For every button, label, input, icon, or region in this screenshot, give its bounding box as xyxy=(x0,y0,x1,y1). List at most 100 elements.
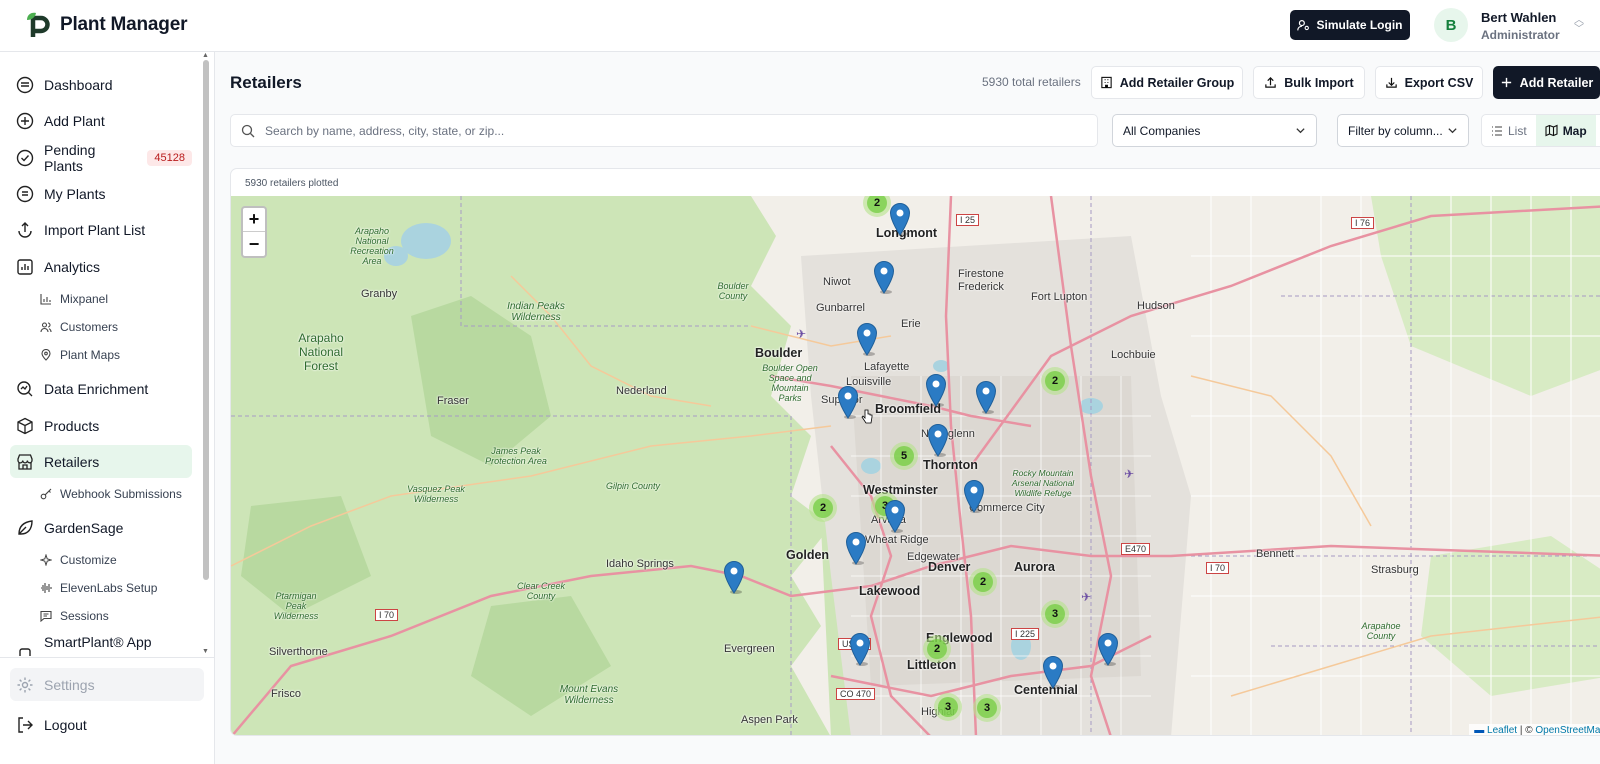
sidebar-item-add-plant[interactable]: Add Plant xyxy=(10,104,192,137)
sidebar-item-pending-plants[interactable]: Pending Plants 45128 xyxy=(10,141,192,174)
highway-shield: I 25 xyxy=(956,214,980,226)
map-marker-icon xyxy=(963,480,985,513)
company-filter-value: All Companies xyxy=(1123,123,1201,138)
scroll-down-arrow-icon[interactable]: ▼ xyxy=(202,648,209,655)
zoom-control: + − xyxy=(241,206,267,258)
bulk-import-button[interactable]: Bulk Import xyxy=(1253,66,1365,99)
building-icon xyxy=(1101,76,1112,89)
marker-cluster[interactable]: 3 xyxy=(973,694,1001,722)
search-input[interactable] xyxy=(265,123,1085,138)
sidebar-subitem-label: Plant Maps xyxy=(60,348,121,362)
app-logo[interactable]: Plant Manager xyxy=(24,10,187,40)
retailer-map-pin[interactable] xyxy=(856,322,878,356)
sidebar-subitem-mixpanel[interactable]: Mixpanel xyxy=(40,288,108,310)
highway-shield: I 76 xyxy=(1351,217,1375,229)
zoom-out-button[interactable]: − xyxy=(243,232,265,256)
sidebar-item-settings[interactable]: Settings xyxy=(10,668,204,701)
add-retailer-group-button[interactable]: Add Retailer Group xyxy=(1091,66,1243,99)
audio-wave-icon xyxy=(41,583,52,593)
search-data-icon xyxy=(17,380,33,396)
list-view-button[interactable]: List xyxy=(1482,115,1536,146)
marker-cluster[interactable]: 2 xyxy=(923,635,951,663)
sidebar-item-label: Retailers xyxy=(44,453,100,470)
sidebar-scrollbar[interactable] xyxy=(203,60,209,580)
marker-cluster[interactable]: 5 xyxy=(890,442,918,470)
map-icon xyxy=(1545,124,1558,137)
osm-link[interactable]: OpenStreetMap xyxy=(1535,725,1600,735)
sidebar-item-analytics[interactable]: Analytics xyxy=(10,250,192,283)
sidebar-item-data-enrichment[interactable]: Data Enrichment xyxy=(10,372,192,405)
sidebar-item-retailers[interactable]: Retailers xyxy=(10,445,192,478)
scroll-up-arrow-icon[interactable]: ▲ xyxy=(202,52,209,59)
retailer-map-pin[interactable] xyxy=(849,632,871,666)
key-icon xyxy=(40,488,52,500)
export-csv-button[interactable]: Export CSV xyxy=(1375,66,1483,99)
add-retailer-button[interactable]: Add Retailer xyxy=(1493,66,1600,99)
leaflet-link[interactable]: Leaflet xyxy=(1487,725,1517,735)
retailer-map-pin[interactable] xyxy=(1097,632,1119,666)
gear-icon xyxy=(17,677,33,692)
retailer-map-pin[interactable] xyxy=(975,380,997,414)
marker-cluster[interactable]: 2 xyxy=(969,568,997,596)
retailer-map-pin[interactable] xyxy=(925,373,947,407)
retailer-map-pin[interactable] xyxy=(873,260,895,294)
cluster-count: 2 xyxy=(867,196,887,213)
sidebar-subitem-label: Customers xyxy=(60,320,119,334)
column-filter-select[interactable]: Filter by column... xyxy=(1337,114,1469,147)
sidebar-item-dashboard[interactable]: Dashboard xyxy=(10,68,192,101)
user-role: Administrator xyxy=(1481,28,1560,42)
sidebar-subitem-label: ElevenLabs Setup xyxy=(60,581,158,595)
sidebar-subitem-webhook-submissions[interactable]: Webhook Submissions xyxy=(40,483,182,505)
sidebar-subitem-plant-maps[interactable]: Plant Maps xyxy=(40,344,120,366)
retailer-map-pin[interactable] xyxy=(963,479,985,513)
place-label: Gunbarrel xyxy=(816,302,865,314)
map-marker-icon xyxy=(1097,633,1119,666)
retailer-map-pin[interactable] xyxy=(723,560,745,594)
retailer-map-pin[interactable] xyxy=(837,385,859,419)
simulate-login-button[interactable]: Simulate Login xyxy=(1290,10,1410,40)
sidebar-subitem-customers[interactable]: Customers xyxy=(40,316,118,338)
retailer-map-pin[interactable] xyxy=(1042,655,1064,689)
place-label: Granby xyxy=(361,288,398,300)
cluster-count: 3 xyxy=(938,697,958,717)
search-box[interactable] xyxy=(230,114,1098,147)
sidebar-item-label: Settings xyxy=(44,676,95,693)
sidebar-item-label: Add Plant xyxy=(44,112,105,129)
sidebar-item-gardensage[interactable]: GardenSage xyxy=(10,511,192,544)
sidebar-item-smartplant-app[interactable]: SmartPlant® App xyxy=(10,634,192,656)
sidebar-item-my-plants[interactable]: My Plants xyxy=(10,177,192,210)
avatar[interactable]: B xyxy=(1434,8,1468,42)
map-marker-icon xyxy=(837,386,859,419)
sidebar-subitem-elevenlabs-setup[interactable]: ElevenLabs Setup xyxy=(40,577,157,599)
map-marker-icon xyxy=(849,633,871,666)
sidebar-item-label: Dashboard xyxy=(44,76,113,93)
marker-cluster[interactable]: 2 xyxy=(809,494,837,522)
attribution-separator: | © xyxy=(1517,725,1536,736)
marker-cluster[interactable]: 3 xyxy=(1041,600,1069,628)
bar-chart-icon xyxy=(40,294,51,305)
company-filter-select[interactable]: All Companies xyxy=(1112,114,1317,147)
retailer-map-pin[interactable] xyxy=(845,531,867,565)
marker-cluster[interactable]: 3 xyxy=(934,693,962,721)
sidebar-subitem-customize[interactable]: Customize xyxy=(40,549,117,571)
zoom-in-button[interactable]: + xyxy=(243,208,265,232)
place-label: Westminster xyxy=(863,483,938,497)
marker-cluster[interactable]: 2 xyxy=(1041,367,1069,395)
retailer-map-pin[interactable] xyxy=(884,499,906,533)
place-label: Aspen Park xyxy=(741,714,798,726)
map-view-button[interactable]: Map xyxy=(1535,115,1596,146)
sidebar-item-products[interactable]: Products xyxy=(10,409,192,442)
retailer-map[interactable]: ✈ ✈ ✈ Longmont Niwot Gunbarrel Firestone… xyxy=(231,196,1600,736)
dashboard-icon xyxy=(16,76,34,93)
cluster-count: 3 xyxy=(1045,604,1065,624)
retailer-map-pin[interactable] xyxy=(889,202,911,236)
retailer-map-pin[interactable] xyxy=(927,423,949,457)
place-label: Arapahoe County xyxy=(1361,621,1401,641)
export-csv-label: Export CSV xyxy=(1404,75,1474,90)
svg-text:✈: ✈ xyxy=(1081,590,1091,604)
hand-cursor-icon xyxy=(861,409,873,424)
chevron-up-down-icon[interactable]: ︿ ﹀ xyxy=(1574,16,1584,35)
sidebar-item-logout[interactable]: Logout xyxy=(10,708,192,741)
sidebar-item-import-plant-list[interactable]: Import Plant List xyxy=(10,213,192,246)
sidebar-subitem-sessions[interactable]: Sessions xyxy=(40,605,109,627)
